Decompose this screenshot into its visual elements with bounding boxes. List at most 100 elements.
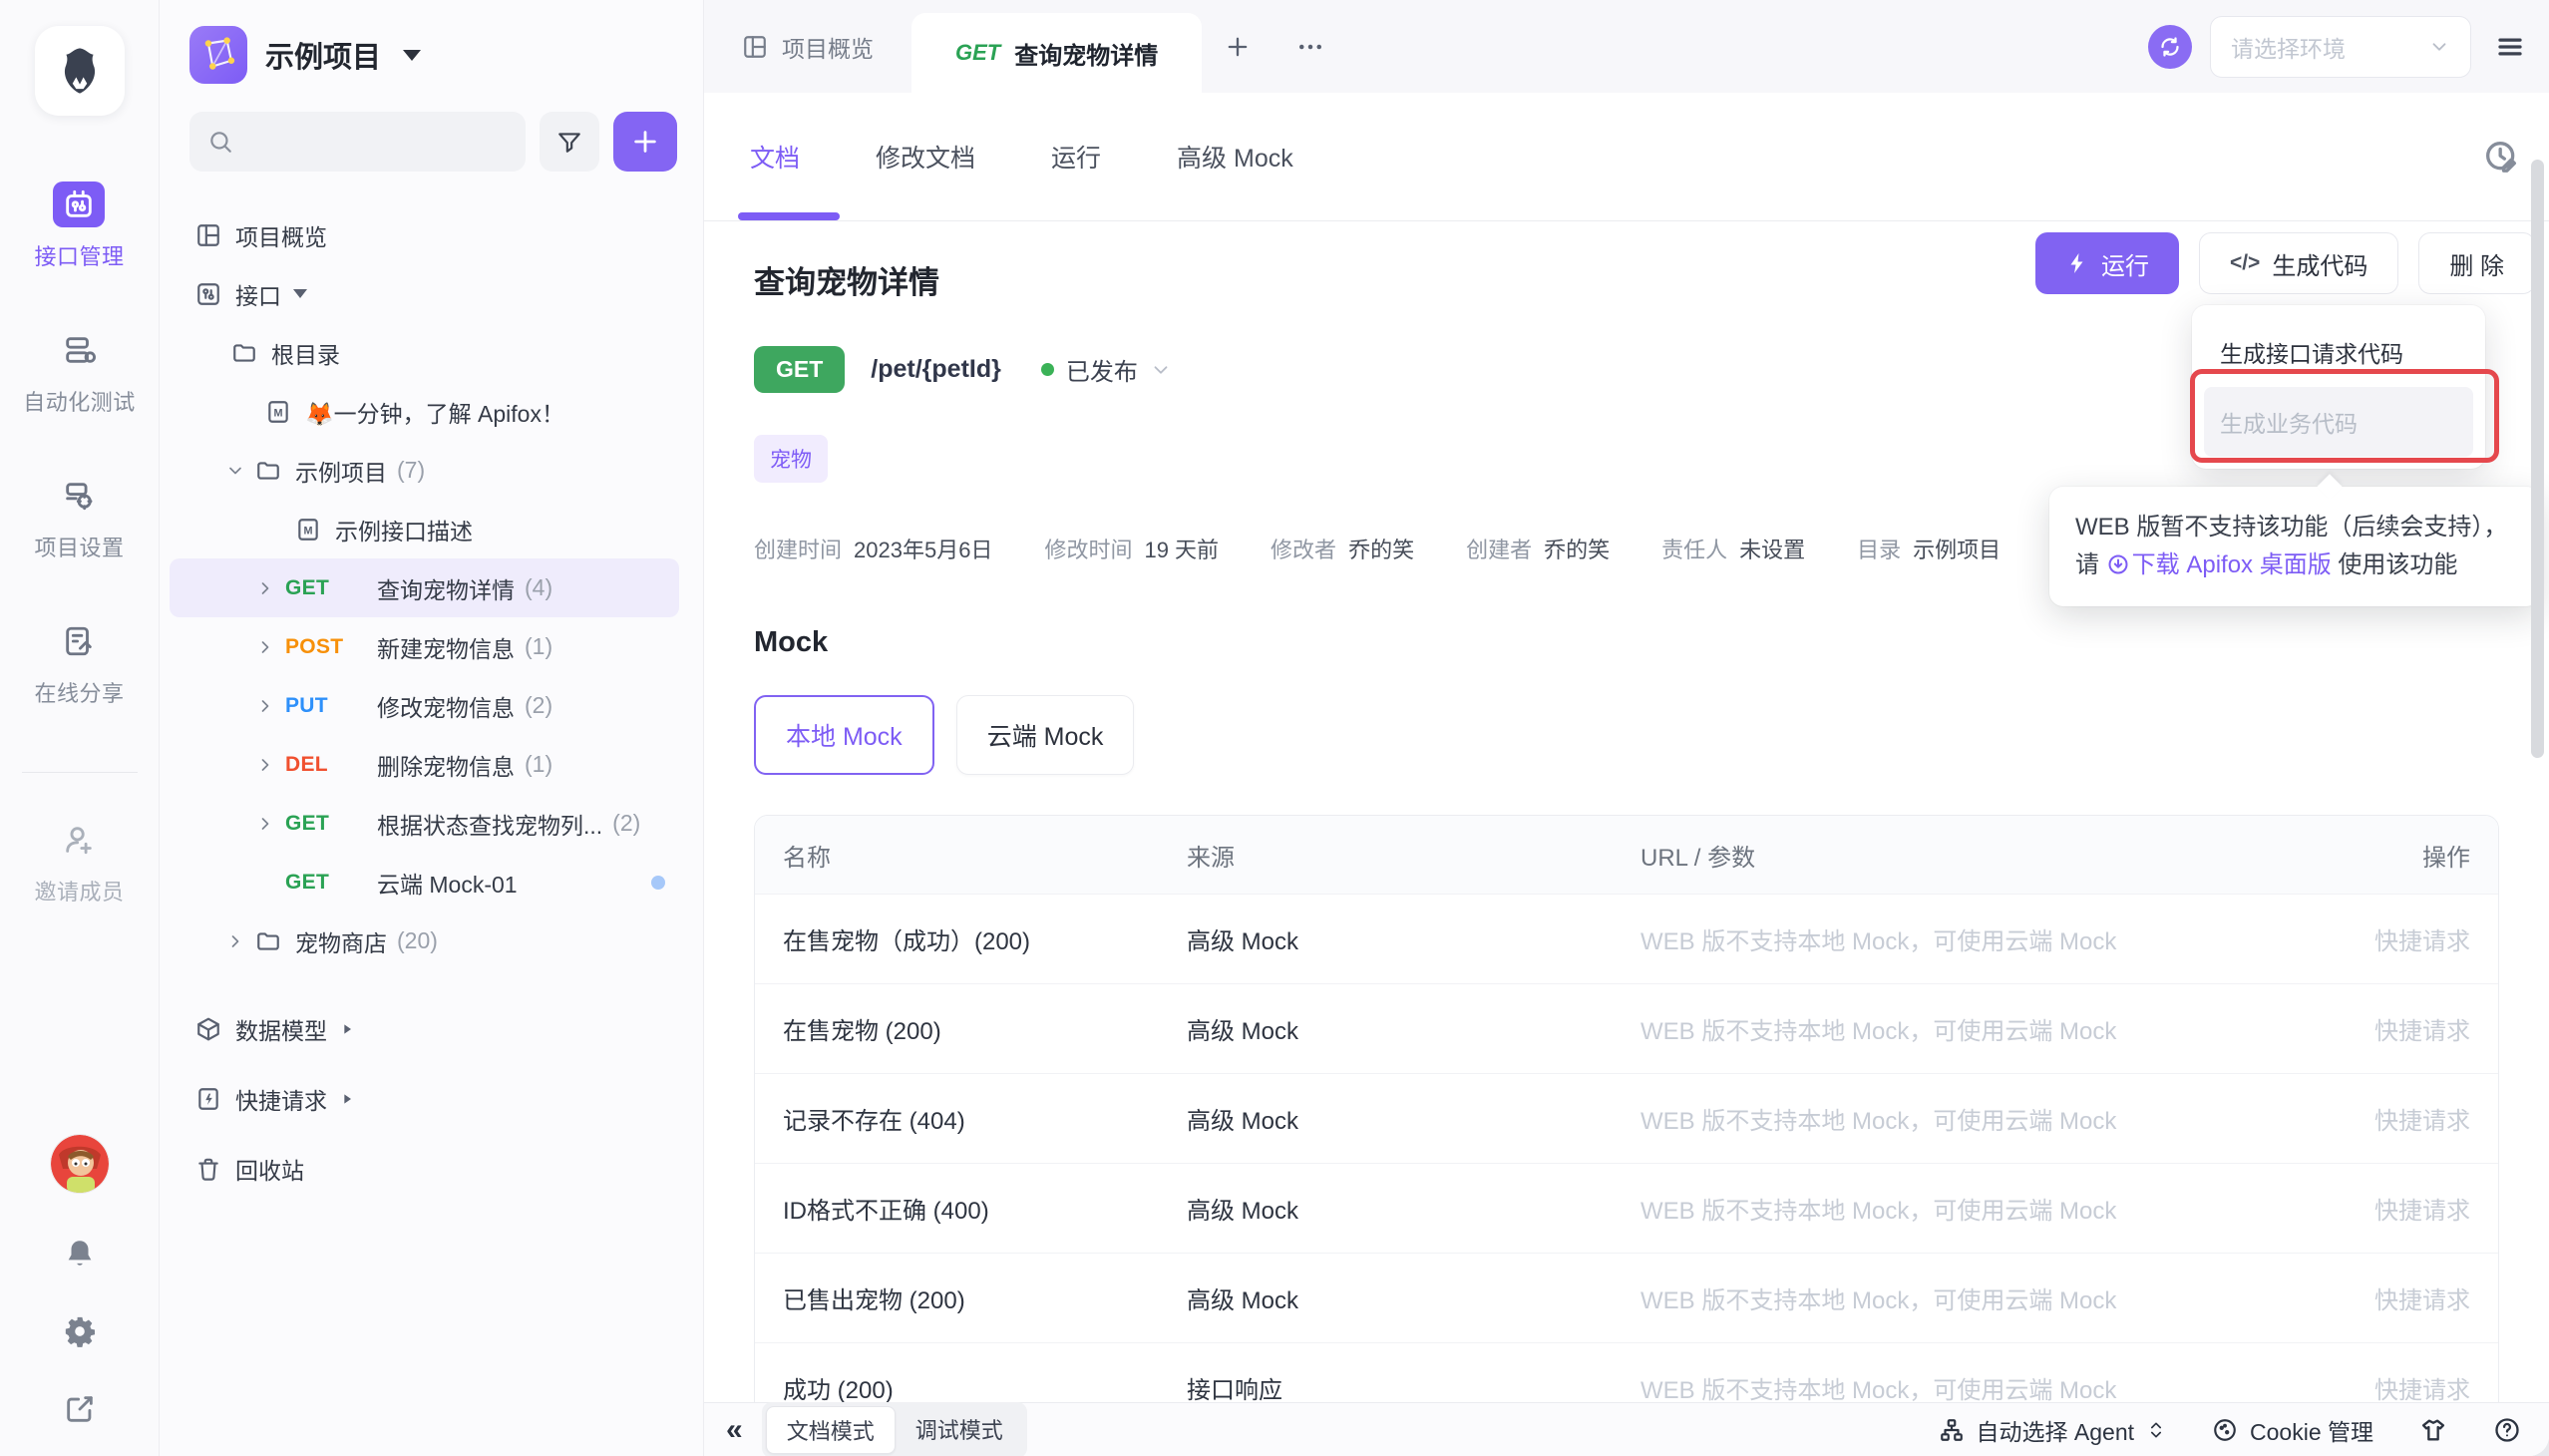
sync-icon[interactable] (2148, 25, 2192, 69)
sidebar-item-project-overview[interactable]: 项目概览 (170, 205, 679, 264)
mock-table: 名称 来源 URL / 参数 操作 在售宠物（成功）(200) 高级 Mock … (754, 815, 2499, 1433)
quick-request-action[interactable]: 快捷请求 (2349, 1280, 2498, 1315)
rail-label: 邀请成员 (34, 875, 124, 907)
tab-doc[interactable]: 文档 (750, 139, 800, 175)
quick-request-action[interactable]: 快捷请求 (2349, 1101, 2498, 1136)
chevron-right-icon (255, 814, 275, 834)
filter-button[interactable] (540, 112, 599, 172)
menu-item-generate-business-code[interactable]: 生成业务代码 (2204, 387, 2473, 457)
project-switch-caret-icon[interactable] (403, 50, 421, 61)
rail-item-invite-member[interactable]: 邀请成员 (34, 817, 124, 907)
lightning-icon (2065, 251, 2089, 275)
caret-right-icon (339, 1021, 355, 1037)
collapse-sidebar-icon[interactable]: « (726, 1413, 740, 1447)
rail-item-api-management[interactable]: 接口管理 (34, 182, 124, 271)
web-unsupported-tooltip: WEB 版暂不支持该功能（后续会支持），请 下载 Apifox 桌面版 使用该功… (2049, 487, 2540, 606)
new-tab-plus-icon[interactable] (1202, 0, 1274, 93)
theme-tshirt-icon[interactable] (2419, 1416, 2447, 1444)
table-row: ID格式不正确 (400) 高级 Mock WEB 版不支持本地 Mock，可使… (755, 1163, 2498, 1253)
menu-item-generate-request-code[interactable]: 生成接口请求代码 (2204, 317, 2473, 387)
search-input[interactable] (189, 112, 526, 172)
tab-project-overview[interactable]: 项目概览 (704, 0, 911, 93)
chevron-right-icon (255, 696, 275, 716)
doc-mode-button[interactable]: 文档模式 (766, 1406, 896, 1454)
sidebar-item-data-models[interactable]: 数据模型 (170, 994, 679, 1064)
quick-request-action[interactable]: 快捷请求 (2349, 1011, 2498, 1046)
tab-advanced-mock[interactable]: 高级 Mock (1177, 139, 1293, 175)
apifox-logo[interactable] (35, 26, 125, 116)
sidebar-api-get-find-by-status[interactable]: GET 根据状态查找宠物列... (2) (170, 794, 679, 853)
quick-request-action[interactable]: 快捷请求 (2349, 1370, 2498, 1405)
run-button[interactable]: 运行 (2035, 232, 2179, 294)
delete-button[interactable]: 删 除 (2418, 232, 2535, 294)
main-area: 项目概览 GET 查询宠物详情 请选择环境 (704, 0, 2549, 1456)
plus-icon (631, 128, 659, 156)
quick-request-action[interactable]: 快捷请求 (2349, 1191, 2498, 1226)
folder-icon (231, 340, 257, 366)
method-badge: GET (754, 346, 845, 393)
invite-member-icon (53, 817, 105, 863)
user-avatar[interactable] (51, 1135, 109, 1193)
sidebar-item-quick-request[interactable]: 快捷请求 (170, 1064, 679, 1134)
sidebar-item-recycle-bin[interactable]: 回收站 (170, 1134, 679, 1204)
quick-request-action[interactable]: 快捷请求 (2349, 921, 2498, 956)
download-icon (2106, 552, 2130, 576)
chevrons-updown-icon (2146, 1420, 2166, 1440)
settings-gear-icon[interactable] (63, 1314, 97, 1348)
vertical-scrollbar[interactable] (2531, 160, 2544, 758)
quick-request-icon (195, 1086, 221, 1112)
bottom-bar: « 文档模式 调试模式 自动选择 Agent Cookie 管理 (704, 1402, 2549, 1456)
sidebar-item-apis[interactable]: 接口 (170, 264, 679, 323)
mock-heading: Mock (754, 626, 2519, 659)
sidebar-folder-sample-project[interactable]: 示例项目 (7) (170, 441, 679, 500)
svg-text:M: M (303, 525, 312, 537)
fox-logo-icon (51, 42, 109, 100)
tab-more-ellipsis-icon[interactable] (1274, 0, 1347, 93)
environment-select[interactable]: 请选择环境 (2210, 16, 2471, 78)
sidebar-api-put-update-pet[interactable]: PUT 修改宠物信息 (2) (170, 676, 679, 735)
sidebar-api-del-delete-pet[interactable]: DEL 删除宠物信息 (1) (170, 735, 679, 794)
project-settings-icon (53, 473, 105, 519)
sidebar-api-post-create-pet[interactable]: POST 新建宠物信息 (1) (170, 617, 679, 676)
chevron-right-icon (255, 578, 275, 598)
agent-selector[interactable]: 自动选择 Agent (1939, 1413, 2167, 1447)
help-icon[interactable] (2493, 1416, 2521, 1444)
api-icon (195, 281, 221, 307)
chevron-right-icon (225, 931, 245, 951)
sidebar-doc-learn-apifox[interactable]: M 🦊一分钟，了解 Apifox！ (170, 382, 679, 441)
publish-status[interactable]: 已发布 (1041, 352, 1172, 387)
rail-item-automated-testing[interactable]: 自动化测试 (23, 327, 136, 417)
sidebar-api-get-pet-detail[interactable]: GET 查询宠物详情 (4) (170, 558, 679, 617)
notifications-bell-icon[interactable] (63, 1237, 97, 1271)
tab-get-pet-detail-active[interactable]: GET 查询宠物详情 (911, 13, 1202, 93)
project-name[interactable]: 示例项目 (265, 34, 381, 76)
tab-edit-doc[interactable]: 修改文档 (876, 139, 975, 175)
network-icon (1939, 1417, 1965, 1443)
tag-pet[interactable]: 宠物 (754, 435, 828, 483)
generate-code-button[interactable]: </> 生成代码 (2199, 232, 2398, 294)
download-desktop-link[interactable]: 下载 Apifox 桌面版 (2106, 551, 2332, 578)
sidebar-folder-pet-store[interactable]: 宠物商店 (20) (170, 911, 679, 970)
markdown-doc-icon: M (295, 517, 321, 543)
chevron-right-icon (255, 637, 275, 657)
sidebar-api-get-cloud-mock[interactable]: GET 云端 Mock-01 (170, 853, 679, 911)
rail-item-project-settings[interactable]: 项目设置 (34, 473, 124, 562)
local-mock-toggle[interactable]: 本地 Mock (754, 695, 934, 775)
rail-label: 在线分享 (34, 676, 124, 708)
tab-run[interactable]: 运行 (1051, 139, 1101, 175)
menu-hamburger-icon[interactable] (2489, 26, 2531, 68)
sidebar-folder-root[interactable]: 根目录 (170, 323, 679, 382)
rail-item-online-share[interactable]: 在线分享 (34, 618, 124, 708)
project-icon (189, 26, 247, 84)
add-button[interactable] (613, 112, 677, 172)
debug-mode-button[interactable]: 调试模式 (896, 1406, 1023, 1454)
sidebar-doc-sample-api-desc[interactable]: M 示例接口描述 (170, 500, 679, 558)
history-clock-icon[interactable] (2481, 137, 2521, 177)
svg-text:M: M (273, 407, 282, 419)
automated-testing-icon (53, 327, 105, 373)
open-external-icon[interactable] (63, 1392, 97, 1426)
cube-icon (195, 1016, 221, 1042)
cookie-manager[interactable]: Cookie 管理 (2212, 1413, 2373, 1447)
mock-table-header: 名称 来源 URL / 参数 操作 (755, 816, 2498, 894)
cloud-mock-toggle[interactable]: 云端 Mock (956, 695, 1135, 775)
